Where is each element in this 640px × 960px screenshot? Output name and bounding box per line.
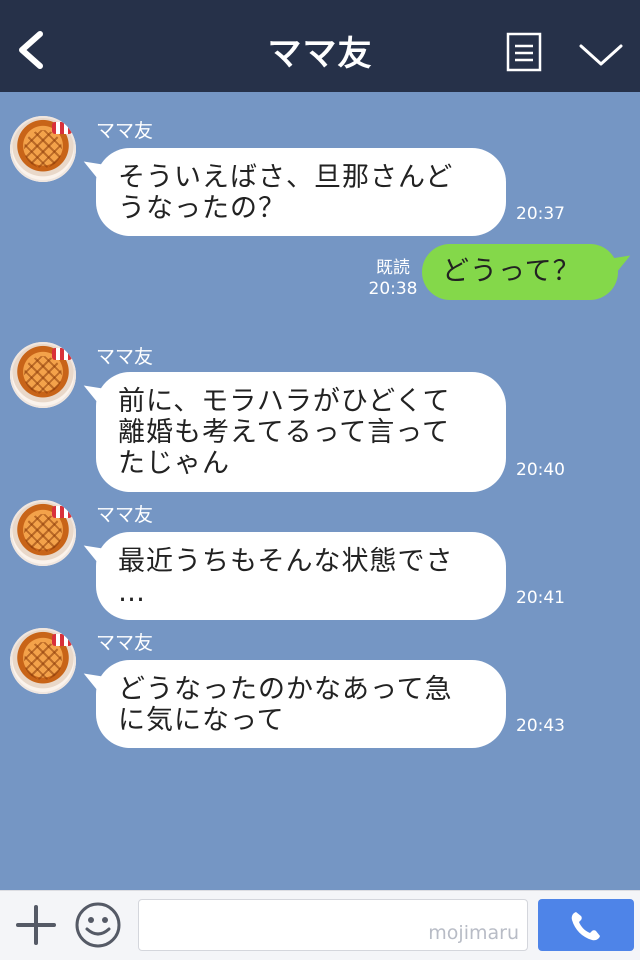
sender-name: ママ友 [96,504,154,526]
menu-icon[interactable] [506,32,542,72]
call-button[interactable] [538,899,634,951]
message-time: 20:41 [516,588,565,608]
message-input[interactable]: mojimaru [138,899,528,951]
message-line: 最近うちもそんな状態でさ [118,546,454,577]
message-bubble[interactable]: 最近うちもそんな状態でさ … [96,532,506,620]
message-time: 20:43 [516,716,565,736]
plus-icon[interactable] [14,903,58,947]
sender-name: ママ友 [96,346,154,368]
avatar[interactable] [10,628,76,694]
message-line: 離婚も考えてるって言って [118,417,450,448]
message-time: 20:37 [516,204,565,224]
chevron-down-icon[interactable] [578,38,624,70]
message-line: 前に、モラハラがひどくて [118,386,451,417]
read-label: 既読 [376,258,410,278]
watermark: mojimaru [428,922,519,944]
avatar[interactable] [10,116,76,182]
message-bubble[interactable]: 前に、モラハラがひどくて 離婚も考えてるって言って たじゃん [96,372,506,492]
message-list[interactable]: ママ友 そういえばさ、旦那さんど うなったの？ 20:37 既読 20:38 ど… [0,92,640,890]
avatar[interactable] [10,500,76,566]
read-receipt: 既読 20:38 [366,258,420,300]
message-line: … [118,577,146,608]
smiley-icon[interactable] [74,901,122,949]
sender-name: ママ友 [96,632,154,654]
message-line: どうって？ [442,256,581,287]
avatar[interactable] [10,342,76,408]
message-line: そういえばさ、旦那さんど [118,162,454,193]
chat-screen: ママ友 ママ友 そういえばさ、旦那さんど うなったの？ 20:37 既読 20:… [0,0,640,960]
message-line: どうなったのかなあって急 [118,674,453,705]
input-bar: mojimaru [0,890,640,960]
chat-title: ママ友 [267,34,373,74]
chat-header: ママ友 [0,0,640,92]
message-line: たじゃん [118,448,230,479]
message-line: うなったの？ [118,193,286,224]
message-bubble[interactable]: どうなったのかなあって急 に気になって [96,660,506,748]
sender-name: ママ友 [96,120,154,142]
message-time: 20:40 [516,460,565,480]
message-time: 20:38 [368,279,418,299]
phone-icon [571,912,600,941]
message-bubble[interactable]: そういえばさ、旦那さんど うなったの？ [96,148,506,236]
message-line: に気になって [118,705,285,736]
message-bubble[interactable]: どうって？ [422,244,618,300]
